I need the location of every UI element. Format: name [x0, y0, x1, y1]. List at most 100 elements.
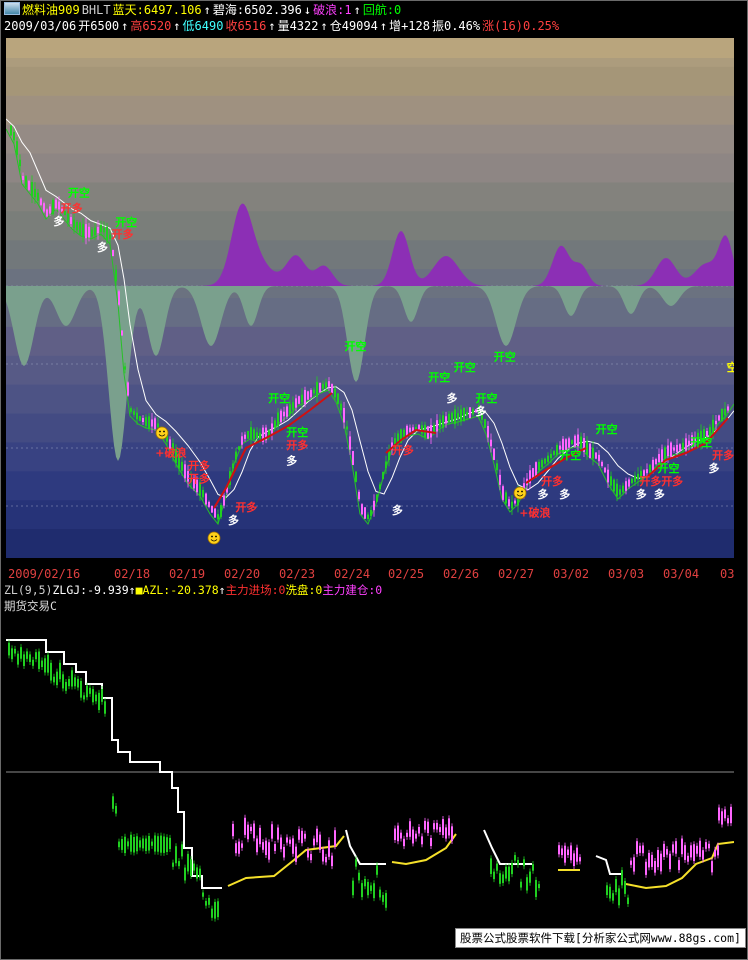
candle-body — [670, 442, 672, 457]
candle-body — [535, 462, 537, 478]
candle-body — [274, 420, 276, 428]
candle-body — [628, 479, 630, 487]
signal-label: 开多 — [392, 443, 414, 457]
candle-body — [676, 444, 678, 452]
candle-body — [574, 435, 576, 447]
candle-body — [439, 419, 441, 428]
candle-body — [223, 495, 225, 506]
date-tick-7: 02/26 — [443, 567, 480, 581]
signal-label: 开多 — [188, 472, 210, 486]
candle-body — [490, 439, 492, 447]
signal-label: 多 — [559, 487, 570, 501]
candle-body — [76, 221, 78, 231]
quote-bar: 2009/03/06 开6500 ↑ 高6520 ↑ 低6490 收6516 ↑ 量4322 ↑ 仓… — [4, 18, 561, 34]
candle-body — [616, 483, 618, 497]
indicator-7: 主力建仓:0 — [322, 583, 383, 597]
main-chart[interactable]: 开多多开空开多多开空+破浪开多开多开多多开空开空开多多开空开多多开空多开空开空开… — [6, 38, 734, 558]
indicator-4: ↑ — [218, 583, 226, 597]
candle-body — [625, 481, 627, 491]
signal-label: 开多 — [112, 227, 134, 241]
date-tick-6: 02/25 — [388, 567, 425, 581]
date-tick-2: 02/19 — [169, 567, 206, 581]
candle-body — [85, 224, 87, 239]
candle-body — [121, 330, 123, 336]
candle-body — [346, 426, 348, 430]
candle-body — [685, 438, 687, 451]
candle-body — [385, 461, 387, 469]
quote-9: ↑ — [320, 19, 328, 33]
candle-body — [451, 412, 453, 423]
bg-band — [6, 240, 734, 270]
candle-body — [115, 269, 117, 282]
candle-body — [586, 441, 588, 455]
candle-body — [454, 409, 456, 425]
candle-body — [610, 476, 612, 486]
candle-body — [73, 219, 75, 228]
candle-body — [445, 416, 447, 424]
quote-2: ↑ — [121, 19, 129, 33]
candle-body — [343, 407, 345, 423]
candle-body — [289, 404, 291, 414]
candle-body — [679, 444, 681, 451]
candle-body — [94, 227, 96, 236]
candle-body — [337, 393, 339, 404]
candle-body — [649, 464, 651, 473]
candle-body — [292, 402, 294, 410]
window-title_line-8: 回航:0 — [362, 3, 402, 17]
quote-0: 2009/03/06 — [4, 19, 77, 33]
window-title_line-2: 蓝天:6497.106 — [112, 3, 202, 17]
signal-label: 开多 — [235, 500, 257, 514]
quote-7: ↑ — [268, 19, 276, 33]
candle-body — [568, 438, 570, 448]
signal-label: 开空 — [494, 349, 516, 363]
candle-body — [472, 409, 474, 415]
candle-body — [505, 492, 507, 504]
indicator-6: 洗盘:0 — [285, 583, 323, 597]
candle-body — [259, 432, 261, 439]
candle-body — [718, 415, 720, 421]
signal-label: 开空 — [345, 339, 367, 353]
candle-body — [634, 475, 636, 482]
candle-body — [211, 505, 213, 513]
date-tick-5: 02/24 — [334, 567, 371, 581]
smiley-icon — [207, 531, 221, 545]
quote-4: ↑ — [173, 19, 181, 33]
quote-8: 量4322 — [277, 19, 319, 33]
candle-body — [355, 471, 357, 482]
candle-body — [13, 131, 15, 141]
candle-body — [100, 224, 102, 233]
quote-12: 增+128 — [389, 19, 430, 33]
candle-body — [247, 431, 249, 439]
signal-label: 多 — [654, 487, 665, 501]
indicator-bg — [6, 612, 734, 948]
candle-body — [235, 451, 237, 460]
candle-body — [646, 469, 648, 474]
candle-body — [598, 454, 600, 462]
candle-body — [448, 413, 450, 423]
candle-body — [79, 222, 81, 235]
date-tick-9: 03/02 — [553, 567, 590, 581]
candle-body — [499, 474, 501, 485]
candle-body — [46, 209, 48, 217]
indicator-1: ZLGJ:-9.939 — [52, 583, 129, 597]
candle-body — [553, 451, 555, 455]
candle-body — [49, 206, 51, 214]
indicator-2: ↑ — [128, 583, 136, 597]
candle-body — [286, 406, 288, 417]
signal-label: 开多 — [541, 474, 563, 488]
indicator-chart[interactable] — [6, 612, 734, 948]
candle-body — [139, 416, 141, 421]
candle-body — [463, 407, 465, 422]
candle-body — [373, 500, 375, 511]
watermark: 股票公式股票软件下载[分析家公式网www.88gs.com] — [455, 928, 746, 948]
candle-body — [721, 408, 723, 422]
date-tick-8: 02/27 — [498, 567, 535, 581]
candle-body — [328, 381, 330, 387]
candle-body — [136, 412, 138, 420]
signal-label: 多 — [709, 461, 720, 475]
candle-body — [589, 443, 591, 459]
candle-body — [349, 436, 351, 450]
candle-body — [361, 504, 363, 515]
candle-body — [595, 452, 597, 459]
candle-body — [358, 491, 360, 500]
